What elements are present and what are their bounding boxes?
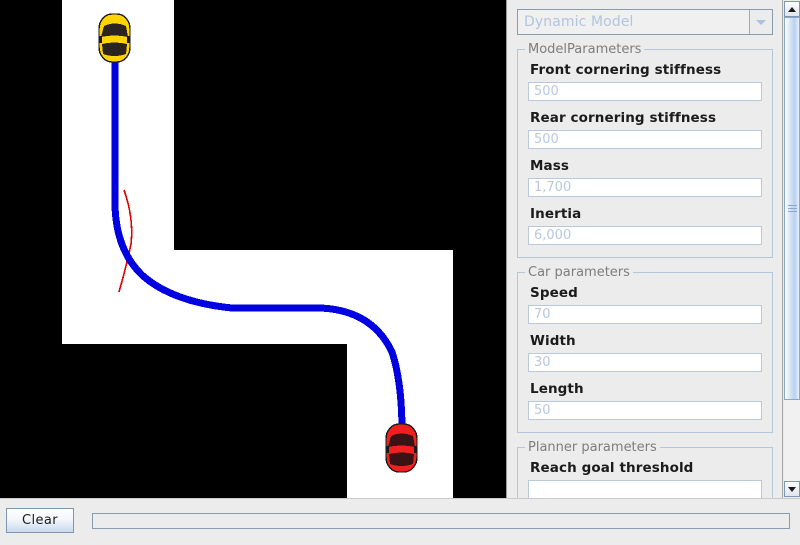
group-model-parameters: ModelParameters Front cornering stiffnes… xyxy=(517,42,773,258)
input-inertia[interactable]: 6,000 xyxy=(528,226,762,245)
group-planner-parameters: Planner parameters Reach goal threshold xyxy=(517,440,773,498)
input-length[interactable]: 50 xyxy=(528,401,762,420)
label-mass: Mass xyxy=(530,158,570,174)
label-length: Length xyxy=(530,381,584,397)
start-car-yellow[interactable] xyxy=(98,13,131,63)
label-reach-goal-threshold: Reach goal threshold xyxy=(530,460,694,476)
scrollbar-up-button[interactable] xyxy=(784,1,800,17)
group-title-model-parameters: ModelParameters xyxy=(525,42,645,57)
label-front-cornering-stiffness: Front cornering stiffness xyxy=(530,62,722,78)
input-mass[interactable]: 1,700 xyxy=(528,178,762,197)
input-front-cornering-stiffness[interactable]: 500 xyxy=(528,82,762,101)
input-reach-goal-threshold[interactable] xyxy=(528,480,762,498)
group-car-parameters: Car parameters Speed 70 Width 30 Length … xyxy=(517,265,773,433)
car-path-planner-window: Dynamic Model ModelParameters Front corn… xyxy=(0,0,800,545)
triangle-up-icon xyxy=(788,6,796,12)
triangle-down-icon xyxy=(788,486,796,492)
bottom-toolbar: Clear xyxy=(0,498,800,545)
input-speed[interactable]: 70 xyxy=(528,305,762,324)
goal-car-red[interactable] xyxy=(385,423,418,473)
status-field[interactable] xyxy=(92,513,790,529)
label-width: Width xyxy=(530,333,576,349)
panel-scrollbar[interactable] xyxy=(782,0,800,498)
parameters-panel: Dynamic Model ModelParameters Front corn… xyxy=(506,0,800,498)
label-speed: Speed xyxy=(530,285,578,301)
scrollbar-thumb[interactable] xyxy=(784,17,800,400)
scrollbar-track[interactable] xyxy=(784,17,800,481)
model-selector-combobox[interactable]: Dynamic Model xyxy=(517,9,773,35)
chevron-down-icon[interactable] xyxy=(750,10,772,34)
group-title-car-parameters: Car parameters xyxy=(525,265,633,280)
input-rear-cornering-stiffness[interactable]: 500 xyxy=(528,130,762,149)
chevron-down-glyph xyxy=(756,19,766,25)
map-canvas[interactable] xyxy=(0,0,506,498)
label-rear-cornering-stiffness: Rear cornering stiffness xyxy=(530,110,717,126)
group-title-planner-parameters: Planner parameters xyxy=(525,440,660,455)
scrollbar-down-button[interactable] xyxy=(784,481,800,497)
label-inertia: Inertia xyxy=(530,206,582,222)
clear-button[interactable]: Clear xyxy=(6,508,74,533)
scrollbar-grip-icon xyxy=(787,203,797,214)
parameters-scroll-viewport: Dynamic Model ModelParameters Front corn… xyxy=(507,0,783,498)
model-selector-value[interactable]: Dynamic Model xyxy=(518,10,750,34)
input-width[interactable]: 30 xyxy=(528,353,762,372)
